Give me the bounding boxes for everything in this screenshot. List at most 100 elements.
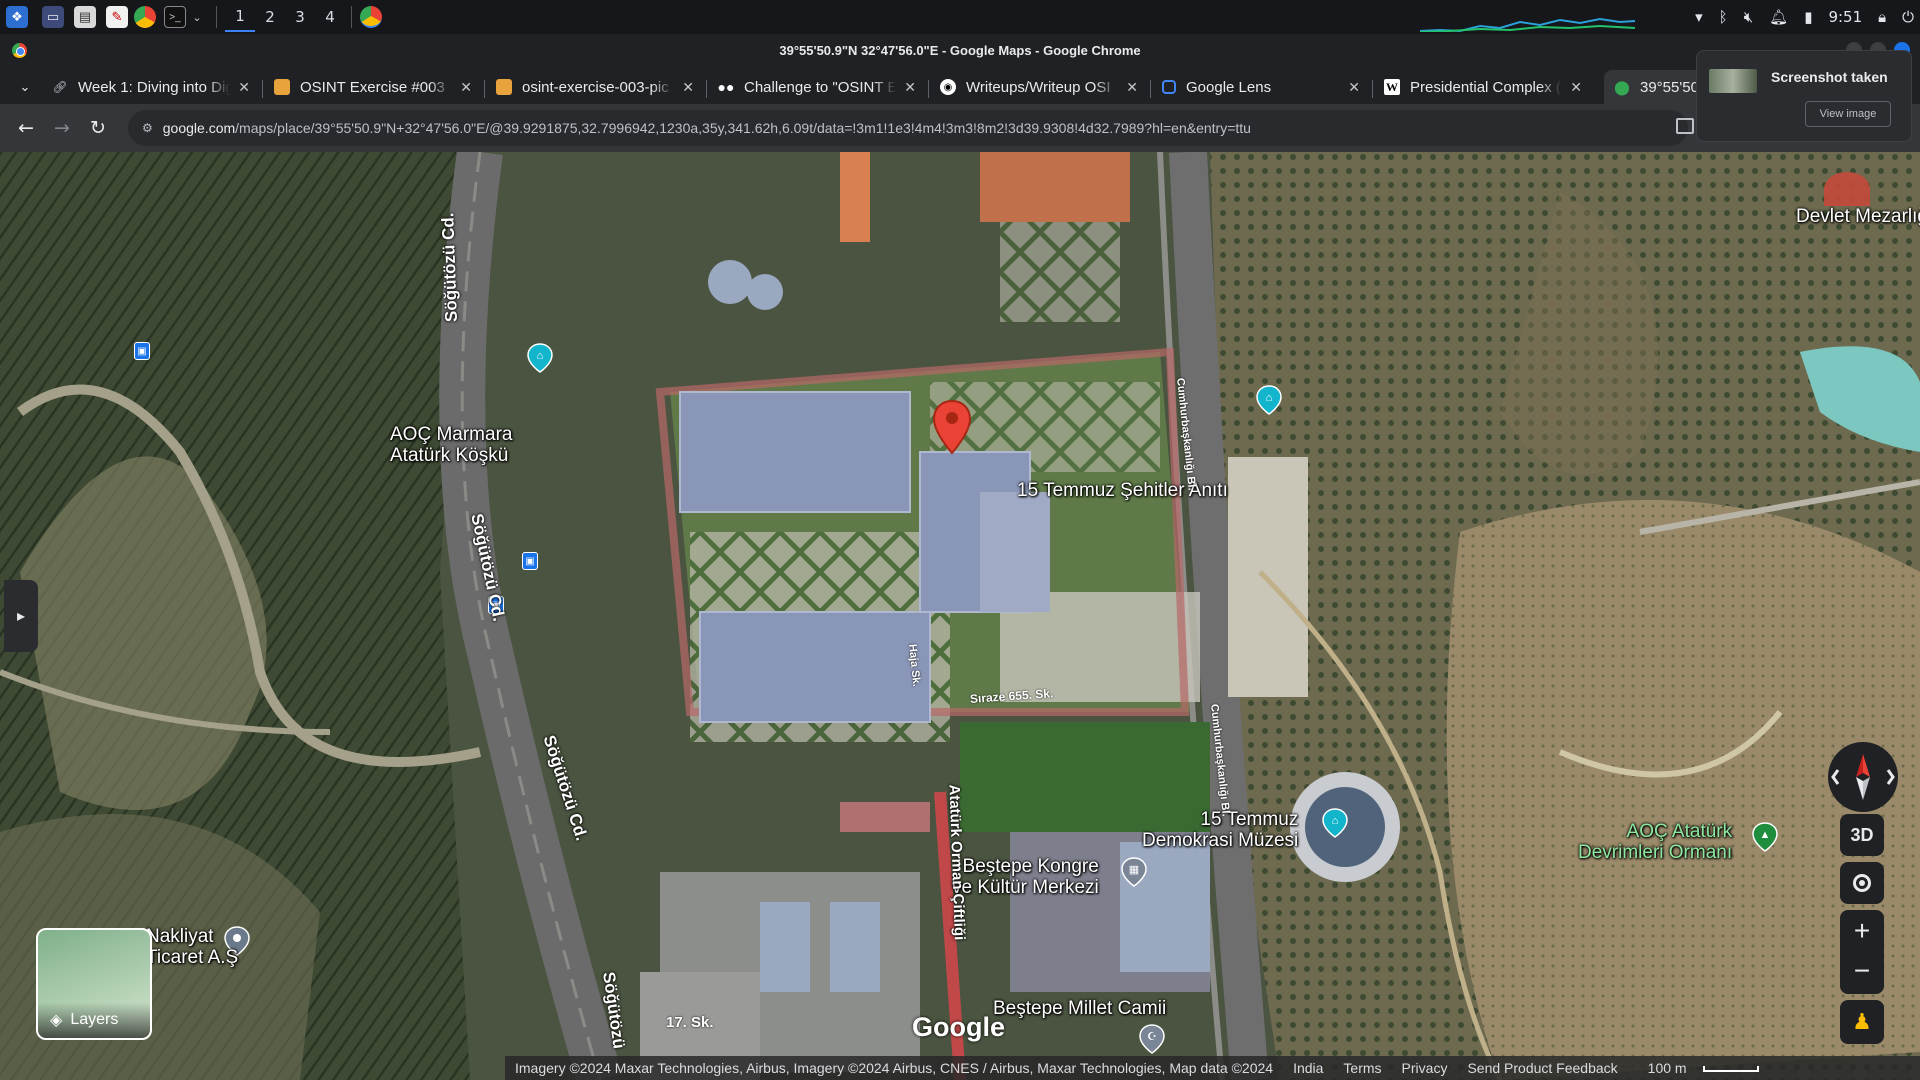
feedback-link[interactable]: Send Product Feedback <box>1457 1060 1627 1076</box>
wifi-icon[interactable]: ▾ <box>1695 8 1703 26</box>
zoom-in-button[interactable]: + <box>1854 910 1870 952</box>
bus-stop-icon[interactable]: ▣ <box>522 552 538 570</box>
museum-poi-icon[interactable]: ⌂ <box>1256 385 1282 415</box>
workspace-4[interactable]: 4 <box>315 2 345 32</box>
google-logo: Google <box>912 1012 1005 1042</box>
document-app-icon[interactable]: ✎ <box>106 6 128 28</box>
chrome-logo-icon <box>12 43 27 58</box>
place-label-millet-camii[interactable]: Beştepe Millet Camii <box>993 998 1166 1019</box>
site-favicon-icon <box>496 79 512 95</box>
link-icon: 🔗︎ <box>52 80 68 94</box>
close-tab-icon[interactable]: ✕ <box>1570 79 1582 96</box>
privacy-link[interactable]: Privacy <box>1392 1060 1458 1076</box>
road-label-17-sk: 17. Sk. <box>666 1014 714 1031</box>
selected-location-pin[interactable] <box>932 399 972 455</box>
clock[interactable]: 9:51 <box>1828 8 1862 26</box>
window-title: 39°55'50.9"N 32°47'56.0"E - Google Maps … <box>779 42 1141 58</box>
screenshot-thumbnail[interactable] <box>1709 69 1757 93</box>
tab-writeups[interactable]: ◉ Writeups/Writeup OSI ✕ <box>930 70 1148 104</box>
workspace-2[interactable]: 2 <box>255 2 285 32</box>
terms-link[interactable]: Terms <box>1333 1060 1391 1076</box>
back-button[interactable]: ← <box>8 110 44 146</box>
cast-icon[interactable] <box>1676 118 1694 134</box>
close-tab-icon[interactable]: ✕ <box>682 79 694 96</box>
svg-text:⌂: ⌂ <box>537 350 544 362</box>
map-footer: Imagery ©2024 Maxar Technologies, Airbus… <box>505 1056 1920 1080</box>
close-tab-icon[interactable]: ✕ <box>904 79 916 96</box>
place-label-nakliyat[interactable]: Nakliyat Ticaret A.Ş <box>146 926 238 968</box>
tab-challenge[interactable]: ●● Challenge to "OSINT E ✕ <box>708 70 926 104</box>
tab-label: Week 1: Diving into Dig <box>78 78 231 96</box>
compass-needle-icon <box>1831 754 1895 800</box>
site-favicon-icon <box>274 79 290 95</box>
close-tab-icon[interactable]: ✕ <box>238 79 250 96</box>
park-poi-icon[interactable]: ▲ <box>1752 822 1778 852</box>
chevron-down-icon[interactable]: ⌄ <box>186 6 208 28</box>
tab-osint-pic[interactable]: osint-exercise-003-pic ✕ <box>486 70 704 104</box>
bus-stop-icon[interactable]: ▣ <box>134 342 150 360</box>
venue-poi-icon[interactable]: ▦ <box>1121 857 1147 887</box>
workspace-1[interactable]: 1 <box>225 2 255 32</box>
tab-label: osint-exercise-003-pic <box>522 78 669 96</box>
lens-icon <box>1162 80 1176 94</box>
close-tab-icon[interactable]: ✕ <box>1126 79 1138 96</box>
satellite-imagery <box>0 152 1920 1080</box>
app-launcher-icon[interactable]: ❖ <box>6 6 28 28</box>
museum-poi-icon[interactable]: ⌂ <box>527 343 553 373</box>
close-tab-icon[interactable]: ✕ <box>1348 79 1360 96</box>
battery-icon[interactable]: ▮ <box>1804 8 1812 26</box>
forward-button[interactable]: → <box>44 110 80 146</box>
tab-osint-exercise[interactable]: OSINT Exercise #003 - ✕ <box>264 70 482 104</box>
my-location-button[interactable] <box>1840 862 1884 904</box>
network-activity-graph <box>1420 17 1635 32</box>
notification-bell-icon[interactable]: 🔔︎ <box>1769 8 1788 26</box>
street-view-pegman-button[interactable]: ♟ <box>1840 1000 1884 1044</box>
map-canvas[interactable]: ⌂ ⌂ ⌂ ▦ ▲ ☪ ▣ ▣ ▣ AOÇ Marmara Atatürk Kö… <box>0 152 1920 1080</box>
terminal-app-icon[interactable]: ▭ <box>42 6 64 28</box>
close-tab-icon[interactable]: ✕ <box>460 79 472 96</box>
browser-toolbar: ← → ↻ ⚙ google.com/maps/place/39°55'50.9… <box>0 104 1920 152</box>
tab-label: Google Lens <box>1186 78 1272 96</box>
maps-pin-icon: ⬤ <box>1614 78 1630 95</box>
place-label-devlet-mezarligi[interactable]: Devlet Mezarlığı <box>1796 206 1920 227</box>
chrome-window-icon[interactable] <box>360 6 382 28</box>
tab-label: Writeups/Writeup OSI <box>966 78 1111 96</box>
address-bar[interactable]: ⚙ google.com/maps/place/39°55'50.9"N+32°… <box>128 110 1688 146</box>
tab-presidential-complex[interactable]: W Presidential Complex ( ✕ <box>1374 70 1592 104</box>
mosque-poi-icon[interactable]: ☪ <box>1139 1024 1165 1054</box>
place-label-marmara-kosku[interactable]: AOÇ Marmara Atatürk Köşkü <box>390 424 512 466</box>
museum-poi-icon[interactable]: ⌂ <box>1322 808 1348 838</box>
compass-control[interactable] <box>1828 742 1898 812</box>
medium-icon: ●● <box>717 79 735 95</box>
workspace-3[interactable]: 3 <box>285 2 315 32</box>
layers-label: Layers <box>70 1011 119 1028</box>
reload-button[interactable]: ↻ <box>80 110 116 146</box>
mute-icon[interactable]: 🔇︎ <box>1744 8 1753 26</box>
power-icon[interactable]: ⏻ <box>1902 8 1914 26</box>
place-label-devrimleri-ormani[interactable]: AOÇ Atatürk Devrimleri Ormanı <box>1578 821 1732 863</box>
console-app-icon[interactable]: >_ <box>164 6 186 28</box>
view-3d-button[interactable]: 3D <box>1840 814 1884 856</box>
tab-week1[interactable]: 🔗︎ Week 1: Diving into Dig ✕ <box>42 70 260 104</box>
zoom-out-button[interactable]: − <box>1854 952 1870 994</box>
place-label-kongre-merkezi[interactable]: Beştepe Kongre ve Kültür Merkezi <box>952 856 1099 898</box>
url-path: /maps/place/39°55'50.9"N+32°47'56.0"E/@3… <box>235 120 1251 136</box>
region-link[interactable]: India <box>1283 1060 1333 1076</box>
view-image-button[interactable]: View image <box>1805 101 1891 127</box>
tab-google-lens[interactable]: Google Lens ✕ <box>1152 70 1370 104</box>
file-manager-icon[interactable]: ▤ <box>74 6 96 28</box>
chrome-app-icon[interactable] <box>134 6 156 28</box>
url-host: google.com <box>162 120 236 136</box>
site-info-icon[interactable]: ⚙ <box>142 121 153 135</box>
zoom-control: + − <box>1840 910 1884 994</box>
bluetooth-icon[interactable]: ᛒ <box>1719 8 1728 26</box>
system-panel: ❖ ▭ ▤ ✎ >_ ⌄ 1 2 3 4 ▾ ᛒ 🔇︎ 🔔︎ ▮ 9:51 🔒︎… <box>0 0 1920 34</box>
expand-side-panel-button[interactable]: ▸ <box>4 580 38 652</box>
layers-icon: ◈ <box>50 1012 63 1029</box>
scale-indicator[interactable]: 100 m <box>1628 1060 1769 1076</box>
tab-list-button[interactable]: ⌄ <box>10 70 40 104</box>
toast-title: Screenshot taken <box>1771 69 1888 85</box>
layers-button[interactable]: ◈ Layers <box>36 928 152 1040</box>
lock-icon[interactable]: 🔒︎ <box>1878 8 1886 26</box>
cemetery-poi-icon[interactable] <box>1824 172 1870 206</box>
